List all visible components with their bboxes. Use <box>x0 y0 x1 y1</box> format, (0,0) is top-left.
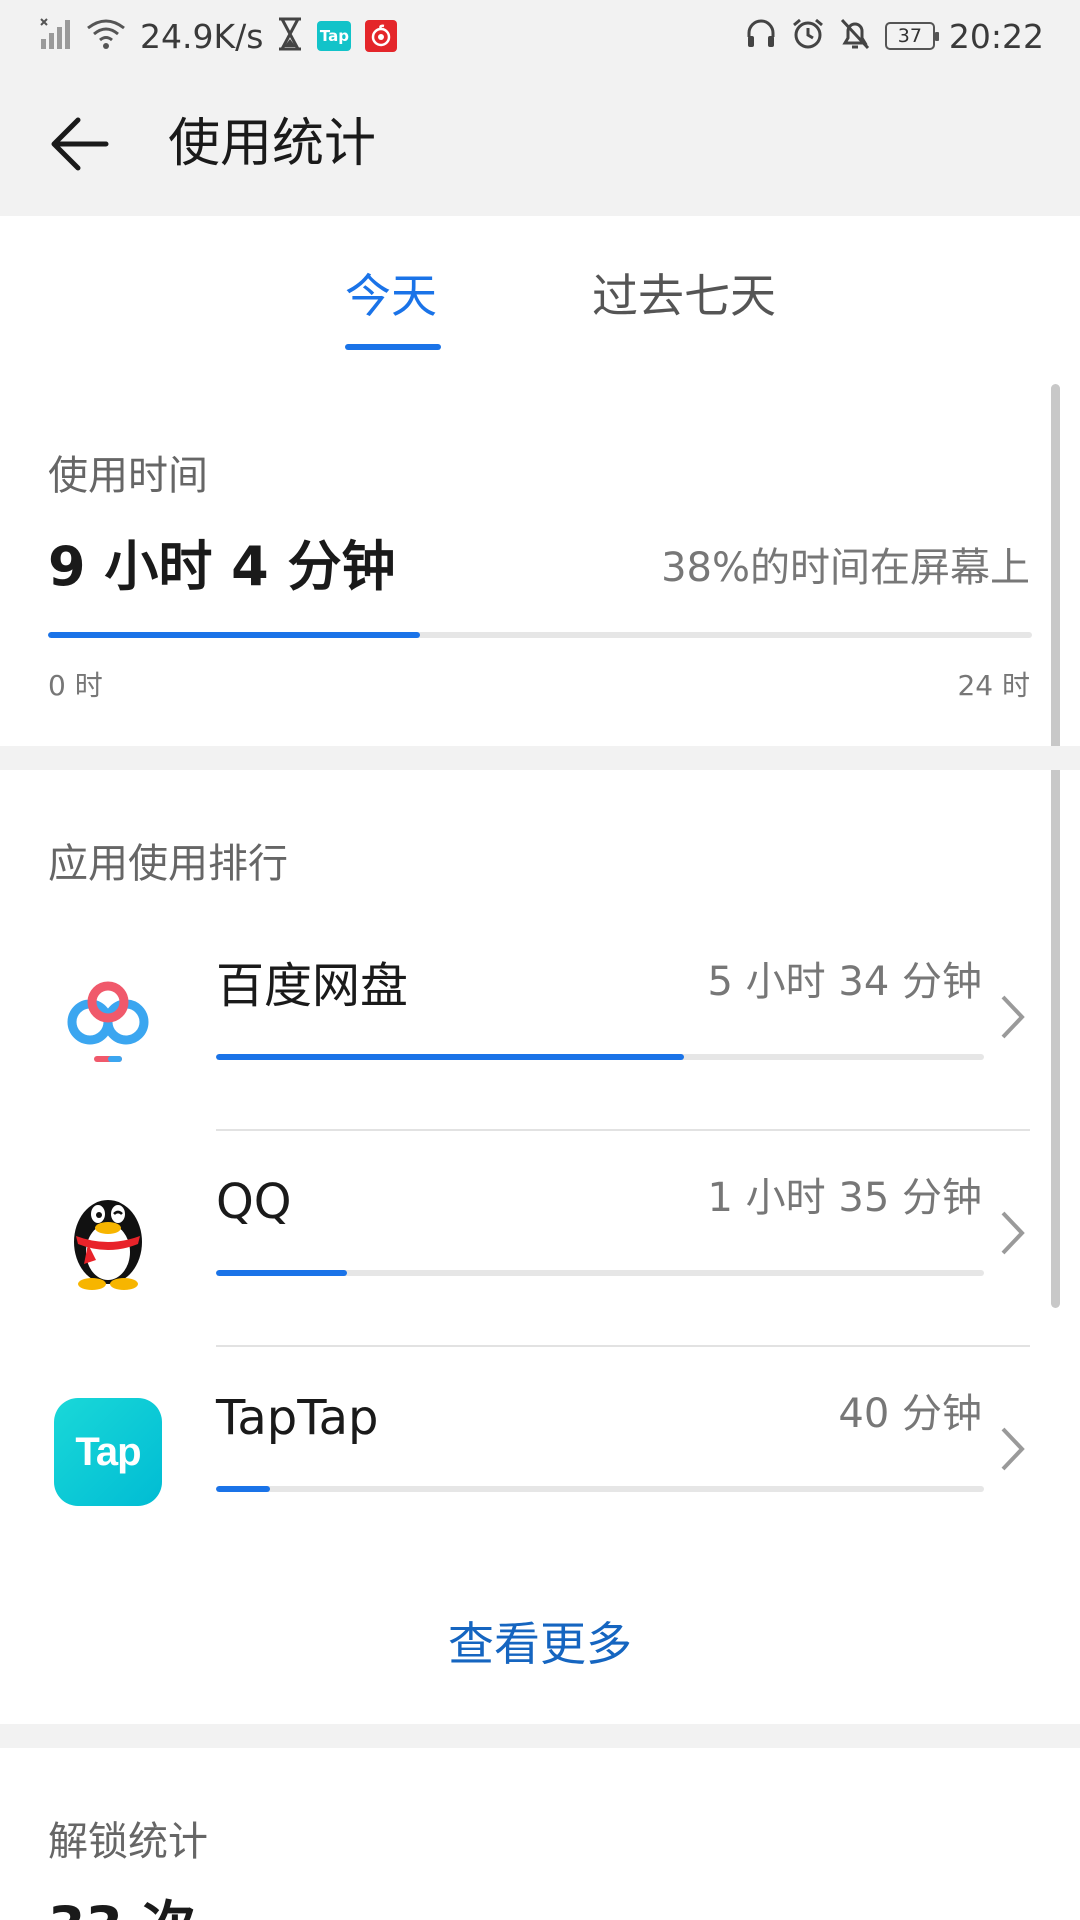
page-title: 使用统计 <box>168 114 377 174</box>
taptap-icon-text: Tap <box>54 1398 162 1506</box>
tab-today[interactable]: 今天 <box>345 266 437 326</box>
status-left: 24.9K/s Tap <box>40 14 398 58</box>
app-row-baidu-netdisk[interactable]: 百度网盘 5 小时 34 分钟 <box>0 914 1080 1130</box>
app-name: TapTap <box>216 1390 379 1446</box>
alarm-icon <box>791 17 825 55</box>
status-right: 37 20:22 <box>745 14 1044 58</box>
usage-progress-track <box>48 632 1032 638</box>
app-usage-track <box>216 1270 984 1276</box>
qq-penguin-icon <box>52 1180 164 1292</box>
section-divider <box>0 1724 1080 1748</box>
status-bar: 24.9K/s Tap 37 20:22 <box>0 0 1080 72</box>
hourglass-icon <box>277 17 303 55</box>
bell-off-icon <box>839 17 871 55</box>
app-usage-track <box>216 1486 984 1492</box>
app-usage-fill <box>216 1054 685 1060</box>
clock: 20:22 <box>948 16 1044 56</box>
net-speed: 24.9K/s <box>140 16 264 56</box>
axis-end-label: 24 时 <box>957 669 1030 702</box>
app-usage-time: 5 小时 34 分钟 <box>707 959 983 1005</box>
app-name: QQ <box>216 1174 292 1230</box>
app-row-taptap[interactable]: Tap TapTap 40 分钟 <box>0 1346 1080 1562</box>
app-usage-time: 1 小时 35 分钟 <box>707 1175 983 1221</box>
unlock-count: 33 次 <box>48 1892 196 1920</box>
signal-icon <box>40 17 72 55</box>
period-tabs: 今天 过去七天 <box>0 216 1080 356</box>
music-app-icon <box>365 20 398 52</box>
taptap-icon: Tap <box>52 1396 164 1508</box>
app-usage-time: 40 分钟 <box>838 1391 982 1437</box>
wifi-icon <box>86 18 126 54</box>
app-row-qq[interactable]: QQ 1 小时 35 分钟 <box>0 1130 1080 1346</box>
app-usage-fill <box>216 1486 270 1492</box>
usage-progress-fill <box>48 632 420 638</box>
unlock-stats-label: 解锁统计 <box>48 1819 208 1865</box>
app-bar: 使用统计 <box>0 72 1080 216</box>
tap-app-icon: Tap <box>317 21 352 51</box>
app-name: 百度网盘 <box>216 958 409 1014</box>
back-button[interactable] <box>48 112 112 176</box>
usage-total: 9 小时 4 分钟 <box>48 535 396 598</box>
chevron-right-icon <box>1001 995 1025 1039</box>
tab-past-seven-days[interactable]: 过去七天 <box>592 266 776 326</box>
axis-start-label: 0 时 <box>48 669 103 702</box>
chevron-right-icon <box>1001 1211 1025 1255</box>
ranking-label: 应用使用排行 <box>48 841 288 887</box>
baidu-netdisk-icon <box>52 964 164 1076</box>
battery-icon: 37 <box>884 22 939 50</box>
back-arrow-icon <box>51 117 109 171</box>
screen-time-ratio: 38%的时间在屏幕上 <box>661 545 1030 591</box>
usage-time-label: 使用时间 <box>48 453 208 499</box>
tab-active-indicator <box>345 344 441 350</box>
app-usage-fill <box>216 1270 347 1276</box>
section-divider <box>0 746 1080 770</box>
view-more-link[interactable]: 查看更多 <box>0 1612 1080 1676</box>
chevron-right-icon <box>1001 1427 1025 1471</box>
app-usage-track <box>216 1054 984 1060</box>
usage-stats-screen: 24.9K/s Tap 37 20:22 使用统计 今天 过去七天 使用时间 9… <box>0 0 1080 1920</box>
headset-icon <box>745 17 777 55</box>
